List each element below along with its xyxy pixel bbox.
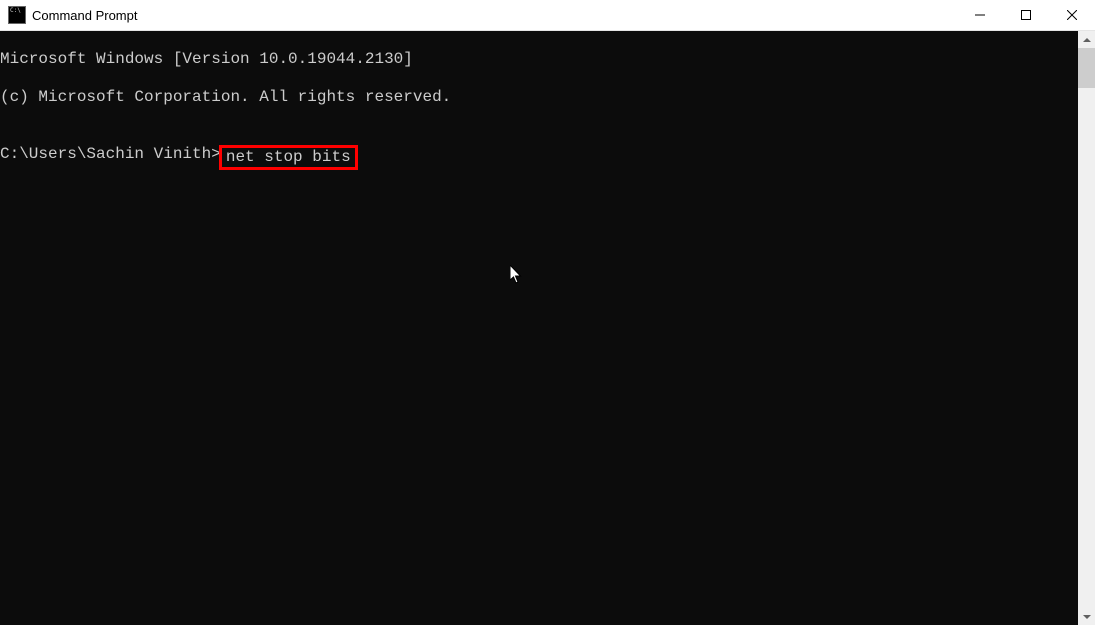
scroll-down-arrow-icon[interactable]	[1078, 608, 1095, 625]
window-title: Command Prompt	[32, 8, 137, 23]
client-area: Microsoft Windows [Version 10.0.19044.21…	[0, 31, 1095, 625]
titlebar[interactable]: Command Prompt	[0, 0, 1095, 31]
mouse-cursor-icon	[510, 265, 522, 284]
window-controls	[957, 0, 1095, 30]
typed-command: net stop bits	[226, 148, 351, 166]
command-prompt-window: Command Prompt Microsoft Windows [Versio…	[0, 0, 1095, 625]
prompt-path: C:\Users\Sachin Vinith>	[0, 145, 221, 164]
scroll-thumb[interactable]	[1078, 48, 1095, 88]
maximize-button[interactable]	[1003, 0, 1049, 30]
minimize-button[interactable]	[957, 0, 1003, 30]
cmd-icon	[8, 6, 26, 24]
scroll-track[interactable]	[1078, 48, 1095, 608]
prompt-line: C:\Users\Sachin Vinith> net stop bits	[0, 145, 1078, 170]
output-line: (c) Microsoft Corporation. All rights re…	[0, 88, 1078, 107]
command-highlight: net stop bits	[219, 145, 358, 170]
vertical-scrollbar[interactable]	[1078, 31, 1095, 625]
close-button[interactable]	[1049, 0, 1095, 30]
terminal-output[interactable]: Microsoft Windows [Version 10.0.19044.21…	[0, 31, 1078, 625]
titlebar-left: Command Prompt	[8, 6, 137, 24]
scroll-up-arrow-icon[interactable]	[1078, 31, 1095, 48]
output-line: Microsoft Windows [Version 10.0.19044.21…	[0, 50, 1078, 69]
